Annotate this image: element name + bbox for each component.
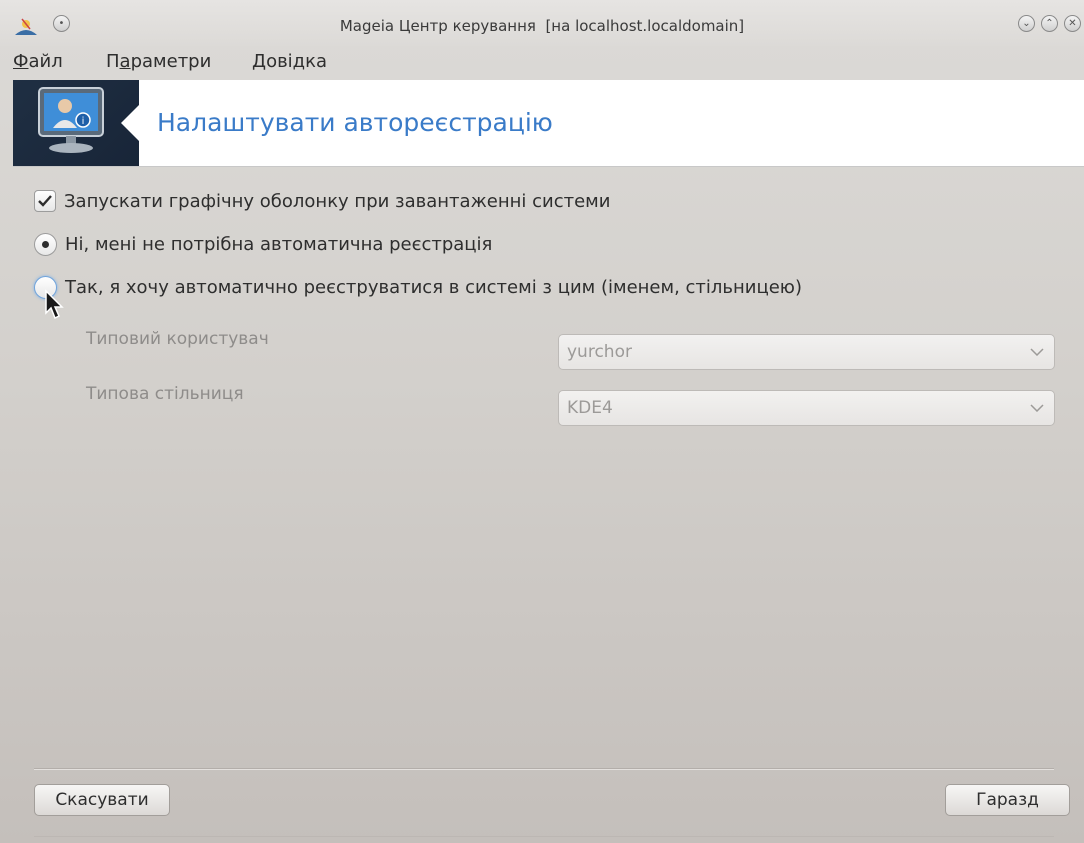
- menu-help-mnemonic: Д: [252, 51, 267, 72]
- chevron-up-icon: ⌃: [1045, 17, 1054, 29]
- cancel-button[interactable]: Скасувати: [34, 784, 170, 816]
- chevron-down-icon: [1030, 348, 1044, 356]
- chevron-down-icon: [1030, 404, 1044, 412]
- autologin-option[interactable]: Так, я хочу автоматично реєструватися в …: [34, 276, 802, 299]
- close-icon: ✕: [1068, 17, 1077, 29]
- control-center-window: • Mageia Центр керування [на localhost.l…: [0, 0, 1084, 843]
- menu-file-label: айл: [28, 51, 63, 72]
- graphical-boot-checkbox[interactable]: [34, 190, 56, 212]
- default-desktop-select[interactable]: KDE4: [558, 390, 1055, 426]
- no-autologin-radio[interactable]: [34, 233, 57, 256]
- menu-help[interactable]: Довідка: [252, 51, 327, 72]
- window-bottom-edge: [34, 836, 1054, 837]
- default-user-value: yurchor: [567, 342, 632, 362]
- default-user-label: Типовий користувач: [86, 329, 269, 349]
- checkmark-icon: [38, 195, 52, 207]
- no-autologin-option[interactable]: Ні, мені не потрібна автоматична реєстра…: [34, 233, 492, 256]
- page-banner: i Налаштувати автореєстрацію: [13, 80, 1084, 167]
- default-desktop-label: Типова стільниця: [86, 384, 244, 404]
- close-button[interactable]: ✕: [1064, 15, 1081, 32]
- default-user-select[interactable]: yurchor: [558, 334, 1055, 370]
- menu-file[interactable]: Файл: [13, 51, 63, 72]
- graphical-boot-option[interactable]: Запускати графічну оболонку при завантаж…: [34, 190, 610, 212]
- footer-separator: [34, 768, 1054, 770]
- graphical-boot-label: Запускати графічну оболонку при завантаж…: [64, 190, 611, 212]
- menu-settings[interactable]: Параметри: [106, 51, 211, 72]
- menu-settings-label: раметри: [130, 51, 212, 72]
- svg-text:i: i: [82, 116, 85, 127]
- minimize-button[interactable]: ⌄: [1018, 15, 1035, 32]
- title-bar: • Mageia Центр керування [на localhost.l…: [0, 0, 1084, 46]
- menu-help-label: овідка: [266, 51, 328, 72]
- window-title: Mageia Центр керування [на localhost.loc…: [339, 17, 745, 35]
- maximize-button[interactable]: ⌃: [1041, 15, 1058, 32]
- banner-notch: [121, 105, 139, 141]
- menu-file-mnemonic: Ф: [13, 51, 29, 72]
- user-monitor-icon: i: [38, 87, 104, 153]
- mouse-cursor-icon: [45, 289, 64, 320]
- chevron-down-icon: ⌄: [1022, 17, 1031, 29]
- autologin-label: Так, я хочу автоматично реєструватися в …: [65, 277, 802, 298]
- menu-settings-prefix: П: [106, 51, 120, 72]
- menu-bar: Файл Параметри Довідка: [0, 46, 1084, 78]
- no-autologin-label: Ні, мені не потрібна автоматична реєстра…: [65, 234, 493, 255]
- page-title: Налаштувати автореєстрацію: [157, 108, 553, 137]
- default-desktop-value: KDE4: [567, 398, 613, 418]
- menu-settings-mnemonic: а: [119, 51, 131, 72]
- radio-selected-dot: [42, 241, 49, 248]
- ok-button[interactable]: Гаразд: [945, 784, 1070, 816]
